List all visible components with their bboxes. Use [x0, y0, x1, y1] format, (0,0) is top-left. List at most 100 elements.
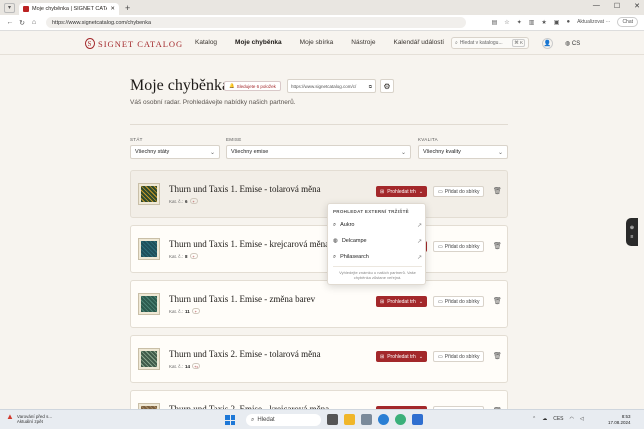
app-icon[interactable]: [361, 414, 372, 425]
search-market-button[interactable]: ⊞Prohledat trh⌄: [376, 296, 428, 307]
split-screen-icon[interactable]: ▥: [529, 19, 535, 26]
add-to-collection-button[interactable]: ▭Přidat do sbírky: [433, 241, 485, 252]
search-icon: ⌕: [251, 416, 255, 423]
folder-icon: ▭: [438, 188, 443, 195]
windows-start-icon[interactable]: [225, 415, 235, 425]
home-icon[interactable]: ⌂: [28, 19, 40, 26]
card-title[interactable]: Thurn und Taxis 1. Emise - změna barev: [169, 294, 315, 304]
speaker-icon[interactable]: ◁: [580, 416, 584, 422]
trash-icon[interactable]: 🗑: [493, 242, 502, 250]
stamp-thumbnail[interactable]: [138, 348, 160, 370]
security-warning[interactable]: ▲ Varování před s... Aktuální zpět: [6, 413, 52, 425]
favorites-icon[interactable]: ★: [541, 19, 546, 26]
page-title: Moje chyběnka: [130, 77, 230, 94]
side-panel-toggle[interactable]: ⊕ ≡: [626, 218, 638, 246]
copy-icon[interactable]: ⧉: [369, 84, 372, 89]
tab-title: Moje chyběnka | SIGNET CATALOG: [32, 6, 107, 12]
task-view-icon[interactable]: [327, 414, 338, 425]
quantity-badge[interactable]: +: [189, 198, 198, 204]
tab-actions-button[interactable]: ▾: [4, 2, 15, 13]
add-to-collection-button[interactable]: ▭Přidat do sbírky: [433, 351, 485, 362]
clock[interactable]: 8:53 17.08.2024: [608, 414, 631, 426]
url-field[interactable]: https://www.signetcatalog.com/chybenka: [46, 17, 466, 28]
settings-button[interactable]: ⚙: [380, 79, 394, 93]
card-title[interactable]: Thurn und Taxis 1. Emise - tolarová měna: [169, 184, 321, 194]
add-to-collection-button[interactable]: ▭Přidat do sbírky: [433, 296, 485, 307]
windows-taskbar: ▲ Varování před s... Aktuální zpět ⌕ Hleda…: [0, 409, 644, 429]
stamp-image: [141, 351, 157, 367]
language-indicator[interactable]: CES: [553, 416, 563, 422]
browser-tab[interactable]: Moje chyběnka | SIGNET CATALOG ✕: [19, 3, 119, 15]
nav-moje-chybenka[interactable]: Moje chyběnka: [235, 39, 282, 46]
copilot-chat-button[interactable]: Chat: [617, 17, 638, 27]
main-nav: Katalog Moje chyběnka Moje sbírka Nástro…: [195, 39, 444, 46]
stamp-image: [141, 241, 157, 257]
edge-icon[interactable]: [395, 414, 406, 425]
nav-katalog[interactable]: Katalog: [195, 39, 217, 46]
new-tab-button[interactable]: +: [125, 3, 130, 13]
external-link-icon: ↗: [416, 222, 422, 229]
profile-icon[interactable]: ●: [566, 19, 570, 25]
share-url-field[interactable]: https://www.signetcatalog.com/c/ ⧉: [287, 79, 376, 93]
site-viewport: S SIGNET CATALOG Katalog Moje chyběnka M…: [0, 31, 644, 409]
file-explorer-icon[interactable]: [344, 414, 355, 425]
stamp-thumbnail[interactable]: [138, 183, 160, 205]
bell-icon: 🔔: [229, 83, 235, 88]
stamp-thumbnail[interactable]: [138, 293, 160, 315]
nav-nastroje[interactable]: Nástroje: [351, 39, 375, 46]
wantlist-card: Thurn und Taxis 2. Emise - krejcarová mě…: [130, 390, 508, 409]
system-tray: ⌃ ☁ CES ◠ ◁: [532, 416, 584, 422]
search-market-button[interactable]: ⊞Prohledat trh⌄: [376, 186, 428, 197]
search-icon: ⌕: [333, 253, 337, 260]
user-account-icon[interactable]: 👤: [542, 38, 553, 49]
weather-icon[interactable]: ☁: [542, 416, 547, 422]
catalog-search-input[interactable]: ⌕ Hledat v katalogu... ⌘ K: [451, 37, 529, 49]
market-option-delcampe[interactable]: ◍ Delcampe ↗: [333, 235, 422, 247]
stamp-thumbnail[interactable]: [138, 238, 160, 260]
collections-icon[interactable]: ▣: [554, 19, 560, 26]
maximize-icon[interactable]: ☐: [614, 2, 620, 10]
trash-icon[interactable]: 🗑: [493, 187, 502, 195]
quantity-badge[interactable]: +: [189, 253, 198, 259]
language-switcher[interactable]: ◍ CS: [565, 40, 580, 47]
search-market-button[interactable]: ⊞Prohledat trh⌄: [376, 351, 428, 362]
trash-icon[interactable]: 🗑: [493, 352, 502, 360]
close-tab-icon[interactable]: ✕: [110, 6, 115, 12]
card-title[interactable]: Thurn und Taxis 1. Emise - krejcarová mě…: [169, 239, 329, 249]
quantity-badge[interactable]: +: [191, 308, 200, 314]
site-logo[interactable]: S SIGNET CATALOG: [85, 38, 183, 49]
back-icon[interactable]: ←: [4, 19, 16, 26]
trash-icon[interactable]: 🗑: [493, 297, 502, 305]
app-icon[interactable]: [412, 414, 423, 425]
chrome-icon[interactable]: [378, 414, 389, 425]
filter-emise-select[interactable]: Všechny emise ⌄: [226, 145, 411, 159]
filter-stat-select[interactable]: Všechny státy ⌄: [130, 145, 220, 159]
taskbar-apps: [327, 414, 423, 425]
search-shortcut: ⌘ K: [512, 39, 525, 47]
minimize-icon[interactable]: —: [593, 2, 600, 10]
nav-moje-sbirka[interactable]: Moje sbírka: [300, 39, 334, 46]
nav-kalendar[interactable]: Kalendář událostí: [393, 39, 444, 46]
notify-badge[interactable]: 🔔 Sledujete 6 položek: [224, 81, 281, 91]
wifi-icon[interactable]: ◠: [569, 416, 573, 422]
taskbar-search[interactable]: ⌕ Hledat: [246, 414, 321, 426]
close-window-icon[interactable]: ✕: [634, 2, 640, 10]
extensions-icon[interactable]: ✦: [517, 19, 522, 26]
refresh-icon[interactable]: ↻: [16, 19, 28, 27]
filter-kvalita-select[interactable]: Všechny kvality ⌄: [418, 145, 508, 159]
chevron-up-icon[interactable]: ⌃: [532, 416, 536, 422]
market-option-aukro[interactable]: ⌕ Aukro ↗: [333, 219, 422, 231]
update-button[interactable]: Aktualizovat ···: [577, 19, 610, 25]
add-to-collection-button[interactable]: ▭Přidat do sbírky: [433, 186, 485, 197]
search-icon: ⌕: [333, 221, 337, 228]
market-option-philasearch[interactable]: ⌕ Philasearch ↗: [333, 251, 422, 263]
menu-icon: ≡: [630, 233, 634, 240]
favorite-star-icon[interactable]: ☆: [504, 19, 509, 26]
quantity-badge[interactable]: +•: [192, 363, 201, 369]
card-meta: Kat. č.: 11 +: [169, 308, 200, 314]
url-text: https://www.signetcatalog.com/chybenka: [52, 19, 152, 26]
card-title[interactable]: Thurn und Taxis 2. Emise - tolarová měna: [169, 349, 321, 359]
gear-icon: ⚙: [383, 81, 391, 91]
read-mode-icon[interactable]: ▤: [492, 19, 498, 26]
store-icon: ⊞: [380, 353, 385, 360]
